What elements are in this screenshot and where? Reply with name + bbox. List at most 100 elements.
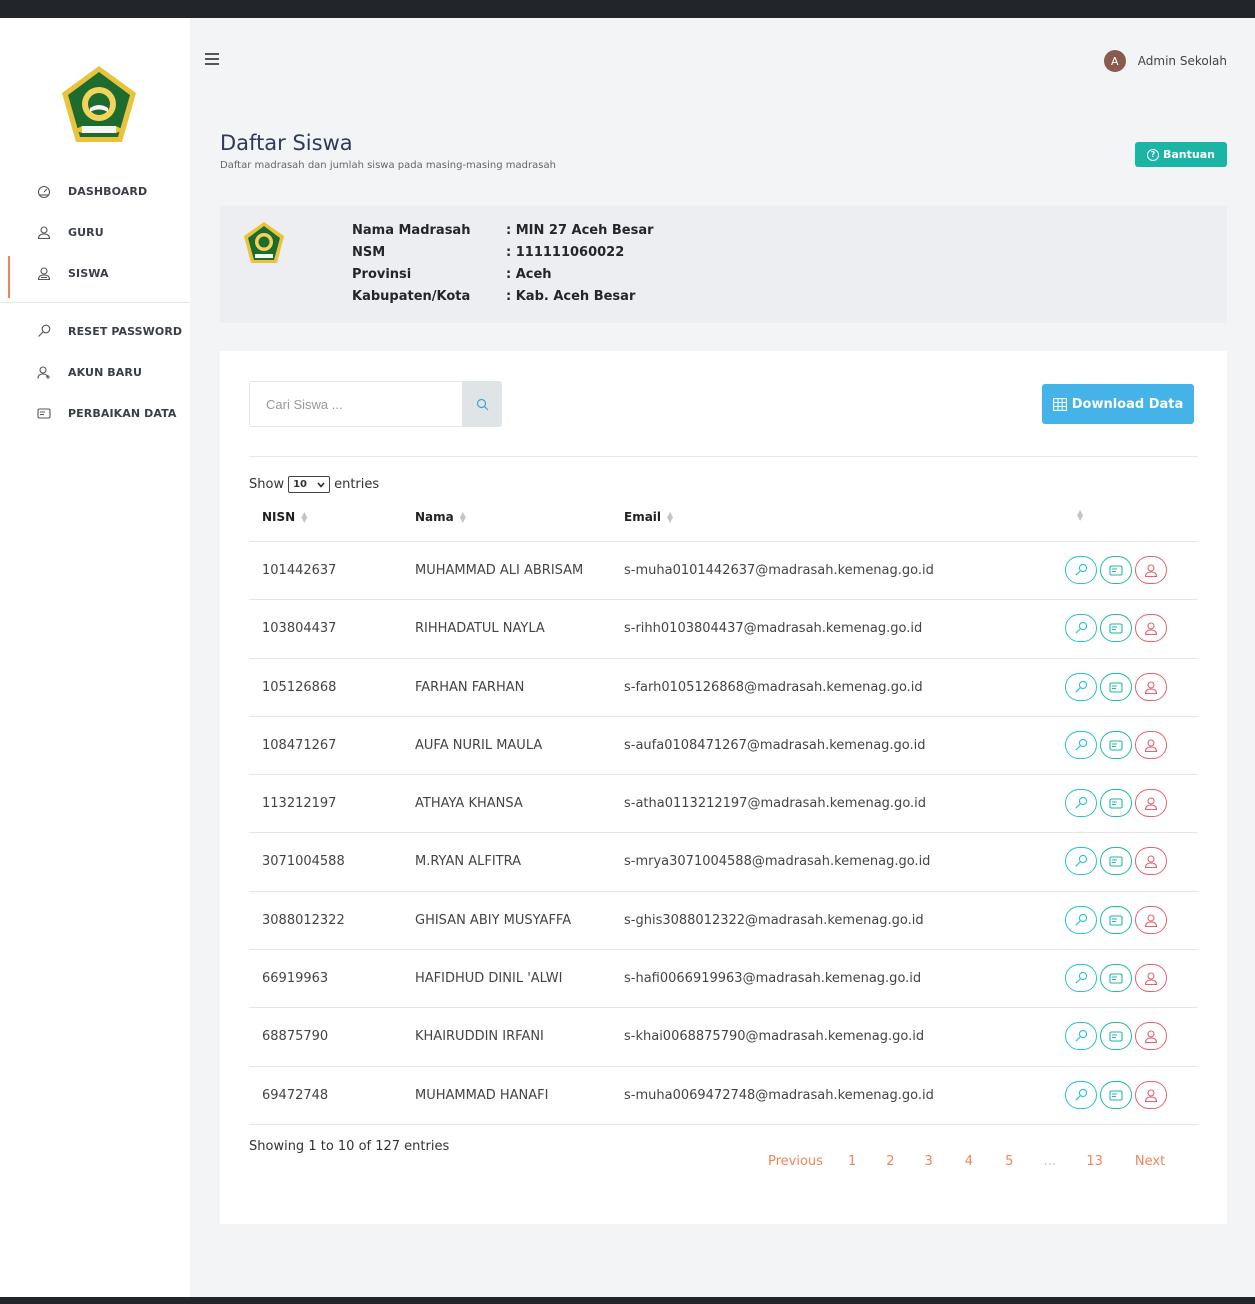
cell-email: s-muha0101442637@madrasah.kemenag.go.id [624,563,934,578]
edit-data-button[interactable] [1100,730,1132,759]
user-icon [1144,681,1158,694]
pagination-page[interactable]: 3 [925,1154,933,1169]
key-icon [1075,855,1088,868]
pagination-page[interactable]: 1 [848,1154,856,1169]
column-header-actions[interactable]: ▲ ▼ [1071,509,1083,522]
cell-nisn: 3088012322 [262,912,345,928]
user-detail-button[interactable] [1135,964,1167,993]
user-detail-button[interactable] [1135,614,1167,643]
pagination-page[interactable]: 4 [965,1154,973,1169]
user-detail-button[interactable] [1135,847,1167,876]
cell-email: s-muha0069472748@madrasah.kemenag.go.id [624,1087,934,1103]
user-icon [1144,797,1158,811]
key-icon [1075,971,1088,984]
sidebar-item-label: SISWA [68,266,109,280]
sidebar-item-akun-baru[interactable]: AKUN BARU [0,355,190,389]
reset-password-button[interactable] [1065,1080,1097,1109]
sidebar-item-label: AKUN BARU [68,365,143,379]
sidebar-item-guru[interactable]: GURU [0,215,190,249]
cell-nama: MUHAMMAD HANAFI [415,1087,549,1103]
reset-password-button[interactable] [1065,556,1097,584]
user-detail-button[interactable] [1135,556,1167,584]
help-icon: ? [1147,148,1159,161]
edit-data-button[interactable] [1100,1080,1132,1109]
row-actions [1065,964,1167,993]
key-icon [1075,738,1088,751]
reset-password-button[interactable] [1065,730,1097,759]
sort-icon: ▲ ▼ [667,510,674,524]
pagination-next[interactable]: Next [1135,1154,1165,1169]
edit-data-button[interactable] [1100,847,1132,876]
pagination-page[interactable]: 13 [1086,1154,1103,1169]
info-value: : MIN 27 Aceh Besar [506,223,654,238]
edit-data-button[interactable] [1100,905,1132,934]
edit-data-button[interactable] [1100,789,1132,818]
sidebar: DASHBOARD GURU SISWA RESET PASSWORD AKUN… [0,18,190,1297]
pagination-page[interactable]: 2 [886,1154,894,1169]
cell-nama: AUFA NURIL MAULA [415,737,543,753]
column-header-nisn[interactable]: NISN ▲ ▼ [262,510,307,524]
search-box [249,381,502,427]
student-table-card: Download Data Show 10 entries NISN ▲▼ Na… [220,351,1227,1224]
edit-data-button[interactable] [1100,614,1132,643]
sidebar-item-reset-password[interactable]: RESET PASSWORD [0,314,190,348]
reset-password-button[interactable] [1065,614,1097,643]
edit-data-button[interactable] [1100,556,1132,584]
menu-toggle-icon[interactable] [205,53,219,65]
user-menu[interactable]: A Admin Sekolah [1103,50,1227,72]
table-info: Showing 1 to 10 of 127 entries [249,1139,450,1154]
user-detail-button[interactable] [1135,1080,1167,1109]
table-row: 105126868 FARHAN FARHAN s-farh0105126868@m… [249,659,1198,717]
sidebar-item-siswa[interactable]: SISWA [0,256,190,298]
reset-password-button[interactable] [1065,847,1097,876]
user-icon [1144,739,1158,752]
reset-password-button[interactable] [1065,789,1097,818]
pagination-page[interactable]: 5 [1005,1154,1013,1169]
search-input[interactable] [250,382,462,426]
help-button[interactable]: ? Bantuan [1135,142,1227,167]
show-label: Show [249,477,285,492]
column-header-email[interactable]: Email ▲ ▼ [624,510,673,524]
user-detail-button[interactable] [1135,905,1167,934]
reset-password-button[interactable] [1065,672,1097,701]
table-row: 3071004588 M.RYAN ALFITRA s-mrya3071004588… [249,833,1198,892]
table-row: 113212197 ATHAYA KHANSA s-atha0113212197@m… [249,775,1198,834]
sidebar-item-dashboard[interactable]: DASHBOARD [0,174,190,208]
pagination: Previous 1 2 3 4 5 … 13 Next [768,1154,1165,1169]
table-row: 68875790 KHAIRUDDIN IRFANI s-khai006887579… [249,1008,1198,1067]
cell-nama: M.RYAN ALFITRA [415,854,522,870]
table-row: 103804437 RIHHADATUL NAYLA s-rihh010380443… [249,600,1198,659]
kemenag-logo [62,66,136,142]
table-row: 69472748 MUHAMMAD HANAFI s-muha0069472748@… [249,1067,1198,1125]
cell-email: s-khai0068875790@madrasah.kemenag.go.id [624,1029,925,1045]
user-detail-button[interactable] [1135,1022,1167,1051]
row-actions [1065,1022,1167,1051]
cell-email: s-farh0105126868@madrasah.kemenag.go.id [624,679,923,695]
reset-password-button[interactable] [1065,905,1097,934]
user-detail-button[interactable] [1135,789,1167,818]
row-actions [1065,614,1167,643]
column-header-nama[interactable]: Nama ▲ ▼ [415,510,466,524]
user-icon [1144,622,1158,636]
pagination-previous[interactable]: Previous [768,1154,823,1169]
sidebar-item-perbaikan-data[interactable]: PERBAIKAN DATA [0,396,190,430]
edit-data-button[interactable] [1100,672,1132,701]
column-header-label: Email [624,510,662,524]
sidebar-divider [0,302,190,303]
cell-nisn: 3071004588 [262,854,345,870]
user-detail-button[interactable] [1135,672,1167,701]
reset-password-button[interactable] [1065,1022,1097,1051]
search-button[interactable] [462,381,502,427]
user-icon [1144,972,1158,986]
cell-email: s-aufa0108471267@madrasah.kemenag.go.id [624,737,926,753]
page-length-select[interactable]: 10 [288,476,331,493]
reset-password-button[interactable] [1065,964,1097,993]
edit-data-button[interactable] [1100,964,1132,993]
page-title: Daftar Siswa [220,131,353,155]
user-icon [1144,855,1158,869]
download-data-button[interactable]: Download Data [1042,384,1194,424]
table-row: 66919963 HAFIDHUD DINIL 'ALWI s-hafi006691… [249,950,1198,1009]
user-detail-button[interactable] [1135,730,1167,759]
sort-icon: ▲ ▼ [301,510,308,524]
edit-data-button[interactable] [1100,1022,1132,1051]
